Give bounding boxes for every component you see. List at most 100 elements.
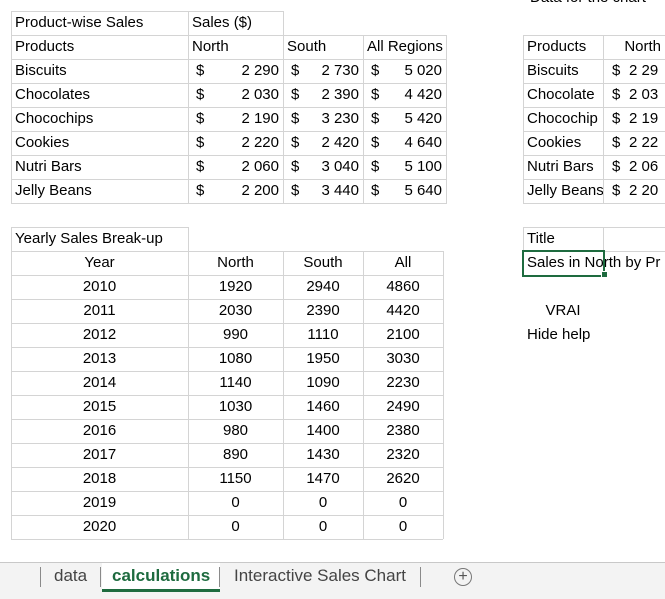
tab-separator [100,567,101,587]
tab-data[interactable]: data [54,563,87,589]
yearly-cell-year[interactable]: 2020 [11,515,188,539]
sales-cell-north[interactable]: 2 030 [188,83,283,107]
sales-cell-product[interactable]: Biscuits [11,59,188,83]
yearly-cell-south[interactable]: 1470 [283,467,363,491]
sales-cell-all[interactable]: 5 420 [363,107,446,131]
chart-data-cell-product[interactable]: Nutri Bars [523,155,603,179]
yearly-cell-year[interactable]: 2016 [11,419,188,443]
yearly-header-north: North [217,254,254,271]
chart-data-header-products: Products [527,38,587,55]
sales-cell-north[interactable]: 2 220 [188,131,283,155]
sales-header-products: Products [15,38,75,55]
chart-data-cell-product[interactable]: Cookies [523,131,603,155]
yearly-cell-all[interactable]: 2320 [363,443,443,467]
yearly-cell-north[interactable]: 0 [188,515,283,539]
yearly-cell-year[interactable]: 2010 [11,275,188,299]
yearly-cell-all[interactable]: 4420 [363,299,443,323]
yearly-cell-year[interactable]: 2012 [11,323,188,347]
chart-data-header-north: North [624,38,661,55]
sales-cell-south[interactable]: 2 390 [283,83,363,107]
sales-cell-product[interactable]: Chocolates [11,83,188,107]
yearly-cell-year[interactable]: 2013 [11,347,188,371]
sales-cell-all[interactable]: 4 420 [363,83,446,107]
yearly-cell-north[interactable]: 980 [188,419,283,443]
chart-data-cell-value[interactable]: 2 29 [625,59,665,83]
yearly-cell-south[interactable]: 1950 [283,347,363,371]
sales-cell-all[interactable]: 5 100 [363,155,446,179]
yearly-cell-all[interactable]: 2230 [363,371,443,395]
yearly-cell-year[interactable]: 2015 [11,395,188,419]
yearly-cell-year[interactable]: 2019 [11,491,188,515]
yearly-cell-year[interactable]: 2011 [11,299,188,323]
sales-cell-south[interactable]: 3 440 [283,179,363,203]
sales-cell-product[interactable]: Jelly Beans [11,179,188,203]
gridline [603,35,604,203]
gridline [603,227,604,251]
yearly-cell-south[interactable]: 1460 [283,395,363,419]
tab-interactive-sales-chart[interactable]: Interactive Sales Chart [234,563,406,589]
yearly-cell-all[interactable]: 2490 [363,395,443,419]
yearly-cell-south[interactable]: 2940 [283,275,363,299]
chart-data-cell-product[interactable]: Chocolate [523,83,603,107]
sales-cell-product[interactable]: Cookies [11,131,188,155]
sales-cell-south[interactable]: 3 040 [283,155,363,179]
chart-data-cell-product[interactable]: Biscuits [523,59,603,83]
sales-cell-all[interactable]: 5 020 [363,59,446,83]
gridline [446,35,447,203]
sales-cell-south[interactable]: 3 230 [283,107,363,131]
yearly-cell-year[interactable]: 2017 [11,443,188,467]
sales-cell-south[interactable]: 2 730 [283,59,363,83]
sales-cell-south[interactable]: 2 420 [283,131,363,155]
chart-data-cell-value[interactable]: 2 20 [625,179,665,203]
yearly-cell-all[interactable]: 2620 [363,467,443,491]
yearly-cell-north[interactable]: 990 [188,323,283,347]
yearly-cell-south[interactable]: 1110 [283,323,363,347]
tab-calculations[interactable]: calculations [102,563,221,592]
yearly-cell-south[interactable]: 0 [283,515,363,539]
yearly-cell-north[interactable]: 0 [188,491,283,515]
chart-data-cell-value[interactable]: 2 06 [625,155,665,179]
chart-data-cell-value[interactable]: 2 03 [625,83,665,107]
yearly-cell-north[interactable]: 1140 [188,371,283,395]
yearly-cell-south[interactable]: 1400 [283,419,363,443]
chart-data-cell-value[interactable]: 2 22 [625,131,665,155]
yearly-cell-north[interactable]: 1080 [188,347,283,371]
sales-cell-product[interactable]: Nutri Bars [11,155,188,179]
fill-handle[interactable] [601,271,608,278]
yearly-cell-all[interactable]: 0 [363,491,443,515]
yearly-cell-all[interactable]: 2380 [363,419,443,443]
currency-symbol: $ [612,182,621,199]
yearly-cell-south[interactable]: 1090 [283,371,363,395]
add-sheet-icon[interactable]: + [454,568,472,586]
yearly-cell-all[interactable]: 0 [363,515,443,539]
yearly-cell-north[interactable]: 1030 [188,395,283,419]
yearly-cell-year[interactable]: 2014 [11,371,188,395]
yearly-cell-south[interactable]: 0 [283,491,363,515]
chart-data-cell-value[interactable]: 2 19 [625,107,665,131]
chart-data-cell-product[interactable]: Chocochip [523,107,603,131]
yearly-cell-all[interactable]: 4860 [363,275,443,299]
sales-cell-all[interactable]: 4 640 [363,131,446,155]
chart-data-cell-product[interactable]: Jelly Beans [523,179,603,203]
sales-cell-north[interactable]: 2 190 [188,107,283,131]
yearly-cell-south[interactable]: 1430 [283,443,363,467]
sales-cell-north[interactable]: 2 200 [188,179,283,203]
sales-cell-product[interactable]: Chocochips [11,107,188,131]
sales-cell-north[interactable]: 2 290 [188,59,283,83]
yearly-cell-south[interactable]: 2390 [283,299,363,323]
sales-cell-north[interactable]: 2 060 [188,155,283,179]
sales-cell-all[interactable]: 5 640 [363,179,446,203]
yearly-cell-north[interactable]: 2030 [188,299,283,323]
active-cell-selection[interactable] [522,250,605,277]
yearly-cell-all[interactable]: 3030 [363,347,443,371]
yearly-cell-all[interactable]: 2100 [363,323,443,347]
yearly-table-title: Yearly Sales Break-up [15,230,163,247]
yearly-cell-north[interactable]: 1920 [188,275,283,299]
hide-help-cell[interactable]: Hide help [523,323,623,347]
yearly-cell-north[interactable]: 890 [188,443,283,467]
yearly-cell-year[interactable]: 2018 [11,467,188,491]
yearly-cell-north[interactable]: 1150 [188,467,283,491]
gridline [11,539,443,540]
vrai-cell[interactable]: VRAI [523,299,603,323]
currency-symbol: $ [612,134,621,151]
